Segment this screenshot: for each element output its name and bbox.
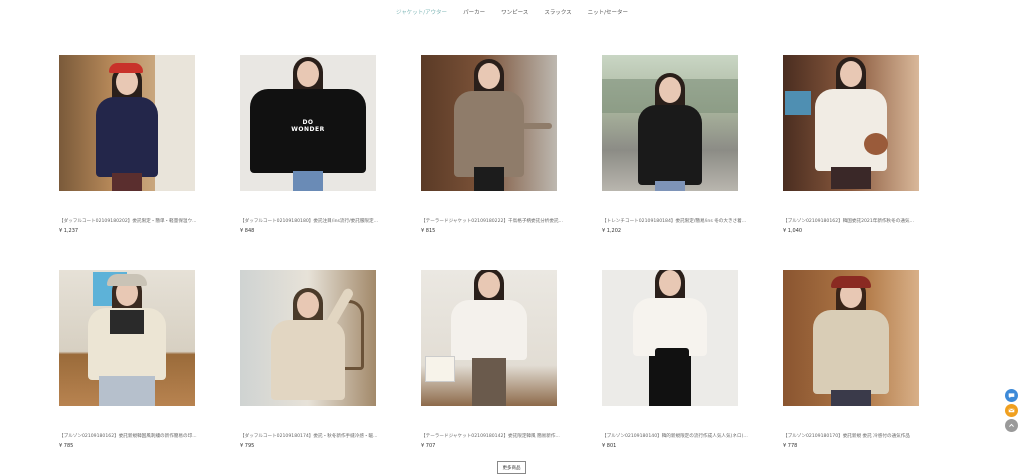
product-price: ¥ 795 — [240, 443, 255, 449]
nav-item-slacks[interactable]: スラックス — [544, 8, 571, 18]
product-card[interactable]: DO WONDER 【ダッフルコート02109180180】委託注目/ins流行… — [240, 55, 378, 234]
chat-button[interactable] — [1005, 389, 1018, 402]
product-price: ¥ 1,040 — [783, 228, 803, 234]
product-price: ¥ 778 — [783, 443, 798, 449]
product-card[interactable]: 【ダッフルコート02109180202】委託限定・簡単・軽量保温ウ... ¥ 1… — [59, 55, 197, 234]
product-photo[interactable] — [783, 270, 919, 406]
product-photo[interactable] — [240, 270, 376, 406]
product-title[interactable]: 【ブルゾン02109180140】韓的新規限定の流行作成人気人気(ネロ)... — [602, 433, 782, 439]
product-price: ¥ 707 — [421, 443, 436, 449]
product-title[interactable]: 【ダッフルコート02109180174】委託・秋冬新作手縫冷感・暖... — [240, 433, 420, 439]
product-card[interactable]: 【ブルゾン02109180162】韓国委託2021年新作秋冬の通気... ¥ 1… — [783, 55, 920, 234]
product-card[interactable]: 【ブルゾン02109180162】委託新規韓国風刺繍の新作簡易の印... ¥ 7… — [59, 270, 197, 449]
product-photo[interactable] — [421, 55, 557, 191]
product-photo[interactable] — [59, 270, 195, 406]
product-title[interactable]: 【ダッフルコート02109180180】委託注目/ins流行/委託服限定... — [240, 218, 420, 224]
nav-item-knit-sweater[interactable]: ニット/セーター — [588, 8, 628, 18]
sweatshirt-print: DO WONDER — [291, 119, 325, 133]
product-price: ¥ 1,202 — [602, 228, 622, 234]
category-nav: ジャケット/アウター パーカー ワンピース スラックス ニット/セーター — [0, 8, 1024, 18]
product-card[interactable]: 【ブルゾン02109180170】委託新規 委託 冷感付の通気作品 ¥ 778 — [783, 270, 920, 449]
product-card[interactable]: 【テーラードジャケット02109180142】委託限定韓風 簡易新作... ¥ … — [421, 270, 560, 449]
product-title[interactable]: 【ブルゾン02109180162】委託新規韓国風刺繍の新作簡易の印... — [59, 433, 239, 439]
product-price: ¥ 801 — [602, 443, 617, 449]
product-price: ¥ 815 — [421, 228, 436, 234]
product-title[interactable]: 【トレンチコート02109180184】委託限定/簡易/ins 冬の大きさ着..… — [602, 218, 782, 224]
arrow-up-icon — [1009, 423, 1014, 427]
back-to-top-button[interactable] — [1005, 419, 1018, 432]
product-title[interactable]: 【ブルゾン02109180162】韓国委託2021年新作秋冬の通気... — [783, 218, 963, 224]
product-price: ¥ 785 — [59, 443, 74, 449]
nav-item-jacket-outer[interactable]: ジャケット/アウター — [396, 8, 447, 18]
product-card[interactable]: 【テーラードジャケット02109180222】千鳥格子柄委託分析委託... ¥ … — [421, 55, 563, 234]
product-photo[interactable] — [602, 270, 738, 406]
product-photo[interactable] — [783, 55, 919, 191]
product-title[interactable]: 【テーラードジャケット02109180142】委託限定韓風 簡易新作... — [421, 433, 601, 439]
product-photo[interactable] — [59, 55, 195, 191]
product-photo[interactable] — [421, 270, 557, 406]
product-photo[interactable]: DO WONDER — [240, 55, 376, 191]
product-card[interactable]: 【ブルゾン02109180140】韓的新規限定の流行作成人気人気(ネロ)... … — [602, 270, 748, 449]
chat-icon — [1008, 393, 1015, 399]
load-more-button[interactable]: 更多商品 — [497, 461, 526, 474]
mail-button[interactable] — [1005, 404, 1018, 417]
product-title[interactable]: 【ブルゾン02109180170】委託新規 委託 冷感付の通気作品 — [783, 433, 963, 439]
product-card[interactable]: 【ダッフルコート02109180174】委託・秋冬新作手縫冷感・暖... ¥ 7… — [240, 270, 378, 449]
product-price: ¥ 1,237 — [59, 228, 79, 234]
nav-item-onepiece[interactable]: ワンピース — [501, 8, 528, 18]
nav-item-parka[interactable]: パーカー — [463, 8, 485, 18]
product-title[interactable]: 【ダッフルコート02109180202】委託限定・簡単・軽量保温ウ... — [59, 218, 239, 224]
mail-icon — [1008, 408, 1015, 413]
product-photo[interactable] — [602, 55, 738, 191]
product-card[interactable]: 【トレンチコート02109180184】委託限定/簡易/ins 冬の大きさ着..… — [602, 55, 746, 234]
product-title[interactable]: 【テーラードジャケット02109180222】千鳥格子柄委託分析委託... — [421, 218, 601, 224]
product-price: ¥ 848 — [240, 228, 255, 234]
